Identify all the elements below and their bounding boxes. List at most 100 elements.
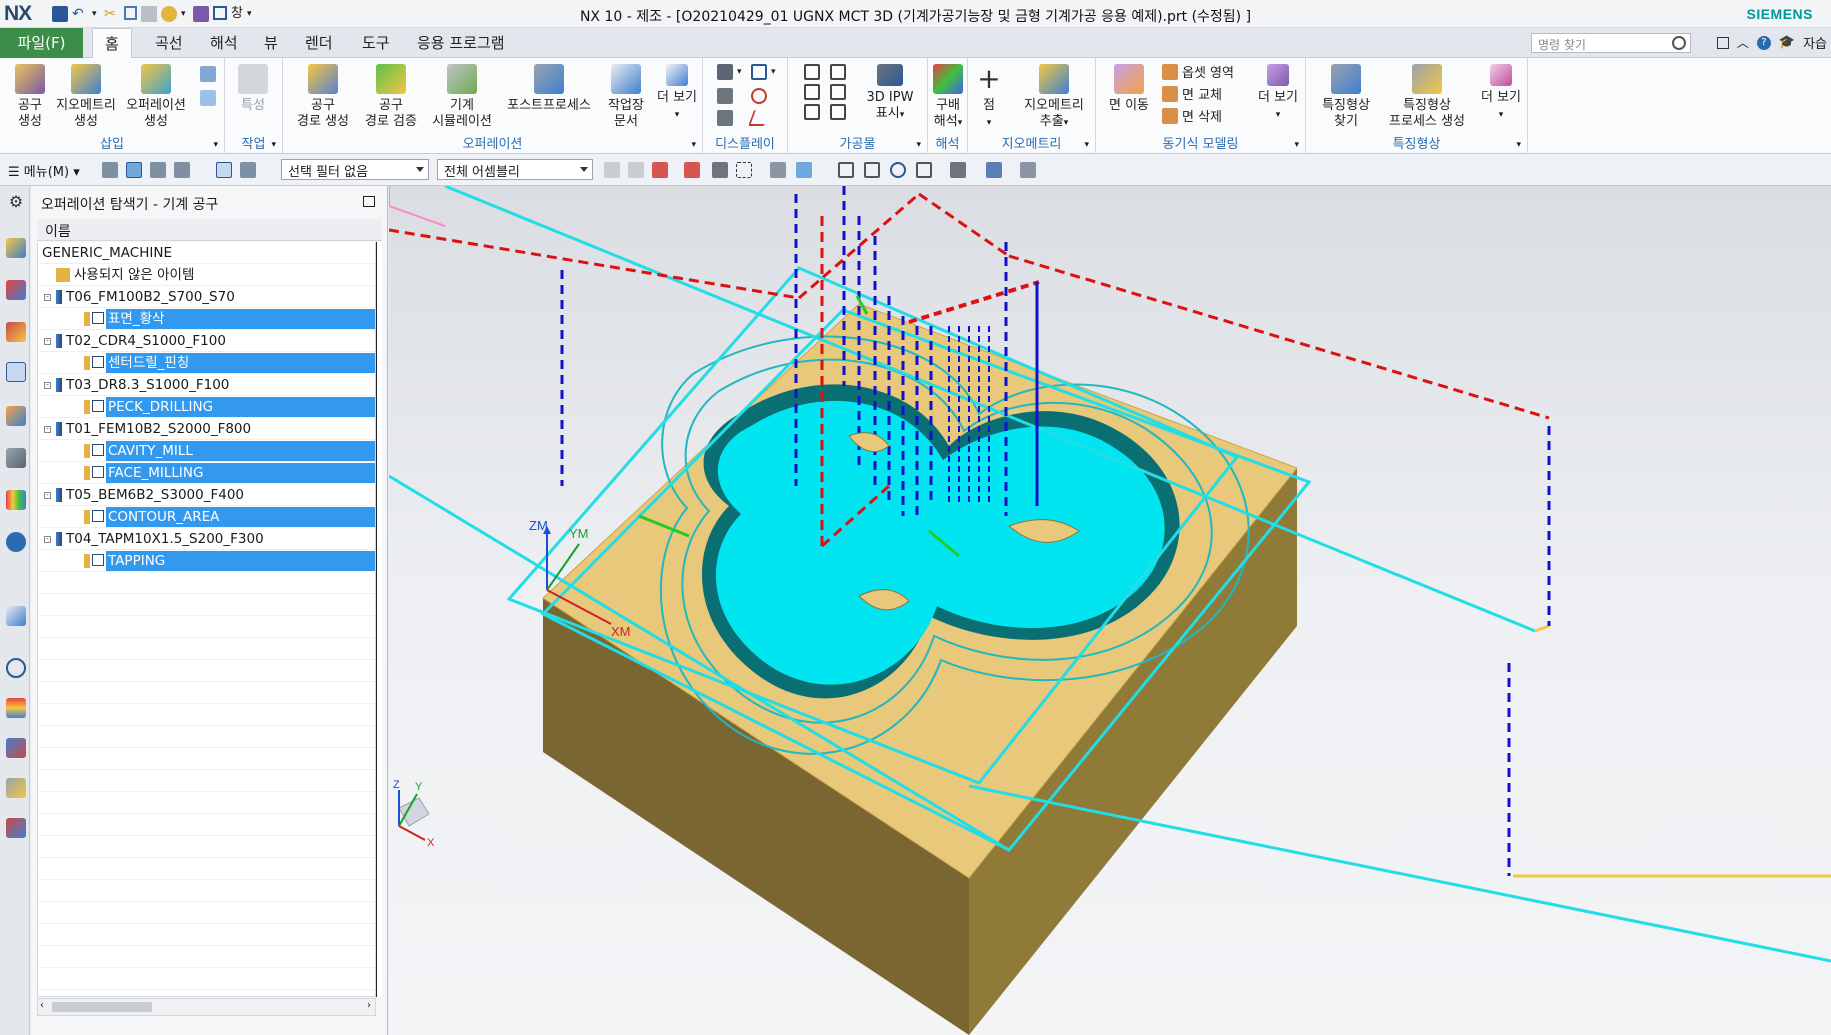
maximize-icon[interactable] (363, 196, 375, 207)
snap-icon[interactable] (604, 162, 620, 178)
operation-navigator-icon[interactable] (6, 362, 26, 382)
web-browser-icon[interactable] (6, 606, 26, 626)
operation-row[interactable]: TAPPING (38, 550, 375, 572)
process-studio-icon[interactable] (6, 738, 26, 758)
create-tool-button[interactable]: 공구 생성 (8, 64, 52, 130)
workpiece-btn-3[interactable] (804, 84, 820, 100)
view-program-order-icon[interactable] (102, 162, 118, 178)
info-icon[interactable] (6, 532, 26, 552)
tab-analysis[interactable]: 해석 (198, 28, 250, 58)
collapse-toggle-icon[interactable]: - (44, 492, 51, 499)
vertical-scrollbar[interactable] (376, 242, 382, 997)
display-grid-button[interactable] (717, 110, 733, 126)
workpiece-btn-4[interactable] (830, 84, 846, 100)
operation-row[interactable]: 표면_황삭 (38, 308, 375, 330)
tab-render[interactable]: 렌더 (293, 28, 345, 58)
feature-navigator-icon[interactable] (6, 448, 26, 468)
select-all-icon[interactable] (770, 162, 786, 178)
learning-label[interactable]: 자습 (1803, 33, 1827, 52)
tab-tools[interactable]: 도구 (350, 28, 402, 58)
display-circle-button[interactable] (751, 88, 767, 104)
group-dropdown-icon[interactable]: ▾ (916, 140, 921, 150)
graphics-window[interactable]: ZM YM XM Z Y X (389, 186, 1831, 1035)
group-dropdown-icon[interactable]: ▾ (691, 140, 696, 150)
group-dropdown-icon[interactable]: ▾ (1294, 140, 1299, 150)
workpiece-btn-1[interactable] (804, 64, 820, 80)
edit-section-icon[interactable] (1020, 162, 1036, 178)
command-search-input[interactable]: 명령 찾기 (1531, 33, 1691, 53)
column-header-name[interactable]: 이름 (37, 219, 382, 241)
tool-row[interactable]: - T04_TAPM10X1.5_S200_F300 (38, 528, 375, 550)
show-3d-ipw-button[interactable]: 3D IPW 표시▾ (862, 64, 918, 123)
tab-home[interactable]: 홈 (92, 28, 132, 58)
tool-row[interactable]: - T01_FEM10B2_S2000_F800 (38, 418, 375, 440)
point-button[interactable]: + 점 ▾ (974, 64, 1004, 131)
extract-geometry-button[interactable]: 지오메트리 추출▾ (1018, 64, 1090, 131)
history-icon[interactable] (6, 658, 26, 678)
snap-icon[interactable] (628, 162, 644, 178)
draft-analysis-button[interactable]: 구배 해석▾ (928, 64, 968, 131)
replace-face-button[interactable]: 면 교체 (1162, 84, 1222, 103)
scroll-left-icon[interactable]: ‹ (40, 1000, 44, 1011)
fit-view-icon[interactable] (838, 162, 854, 178)
create-geometry-button[interactable]: 지오메트리 생성 (54, 64, 118, 130)
zoom-icon[interactable] (864, 162, 880, 178)
group-dropdown-icon[interactable]: ▾ (1516, 140, 1521, 150)
selection-filter-select[interactable]: 선택 필터 없음 (281, 159, 429, 180)
horizontal-scrollbar[interactable]: ‹ › (37, 998, 376, 1016)
file-tab[interactable]: 파일(F) (0, 28, 83, 58)
tree-row[interactable]: 사용되지 않은 아이템 (38, 264, 375, 286)
postprocess-button[interactable]: 포스트프로세스 (503, 64, 595, 114)
palette-icon[interactable] (6, 698, 26, 718)
library-icon[interactable] (6, 490, 26, 510)
part-navigator-icon[interactable] (6, 322, 26, 342)
box-select-icon[interactable] (736, 162, 752, 178)
scrollbar-thumb[interactable] (52, 1002, 152, 1012)
workpiece-btn-6[interactable] (830, 104, 846, 120)
operation-row[interactable]: 센터드릴_핀칭 (38, 352, 375, 374)
shop-documentation-button[interactable]: 작업장 문서 (601, 64, 651, 130)
collapse-toggle-icon[interactable]: - (44, 294, 51, 301)
tool-row[interactable]: - T06_FM100B2_S700_S70 (38, 286, 375, 308)
scroll-right-icon[interactable]: › (367, 1000, 371, 1011)
window-layout-icon[interactable] (1716, 36, 1729, 49)
assembly-navigator-icon[interactable] (6, 238, 26, 258)
operation-row[interactable]: FACE_MILLING (38, 462, 375, 484)
more-operation-button[interactable]: 더 보기 ▾ (655, 64, 699, 123)
display-curve-button[interactable] (748, 110, 770, 126)
create-program-button[interactable] (200, 90, 216, 106)
group-dropdown-icon[interactable]: ▾ (213, 140, 218, 150)
manufacturing-wizard-icon[interactable] (6, 778, 26, 798)
more-sync-button[interactable]: 더 보기 ▾ (1256, 64, 1300, 123)
help-icon[interactable]: ? (1756, 35, 1771, 50)
move-face-button[interactable]: 면 이동 (1106, 64, 1152, 114)
search-icon[interactable] (1672, 36, 1686, 50)
generate-toolpath-button[interactable]: 공구 경로 생성 (295, 64, 351, 130)
snap-endpoint-icon[interactable] (684, 162, 700, 178)
selection-mode-icon[interactable] (240, 162, 256, 178)
rotate-icon[interactable] (890, 162, 906, 178)
operation-row[interactable]: PECK_DRILLING (38, 396, 375, 418)
create-method-button[interactable] (200, 66, 216, 82)
group-dropdown-icon[interactable]: ▾ (271, 140, 276, 150)
point-snap-icon[interactable] (652, 162, 668, 178)
cad-model-view[interactable]: ZM YM XM Z Y X (389, 186, 1831, 1035)
collapse-toggle-icon[interactable]: - (44, 338, 51, 345)
cube-select-icon[interactable] (796, 162, 812, 178)
roles-icon[interactable] (6, 818, 26, 838)
collapse-toggle-icon[interactable]: - (44, 382, 51, 389)
delete-face-button[interactable]: 면 삭제 (1162, 106, 1222, 125)
collapse-toggle-icon[interactable]: - (44, 536, 51, 543)
operation-row[interactable]: CAVITY_MILL (38, 440, 375, 462)
tool-row[interactable]: - T05_BEM6B2_S3000_F400 (38, 484, 375, 506)
tab-applications[interactable]: 응용 프로그램 (405, 28, 517, 58)
verify-toolpath-button[interactable]: 공구 경로 검증 (361, 64, 421, 130)
feature-process-button[interactable]: 특징형상 프로세스 생성 (1378, 64, 1476, 130)
view-method-icon[interactable] (174, 162, 190, 178)
tool-row[interactable]: - T02_CDR4_S1000_F100 (38, 330, 375, 352)
tab-view[interactable]: 뷰 (252, 28, 290, 58)
display-tool-button[interactable]: ▾ (717, 64, 742, 80)
display-mode-icon[interactable] (986, 162, 1002, 178)
view-geometry-icon[interactable] (150, 162, 166, 178)
tab-curve[interactable]: 곡선 (143, 28, 195, 58)
